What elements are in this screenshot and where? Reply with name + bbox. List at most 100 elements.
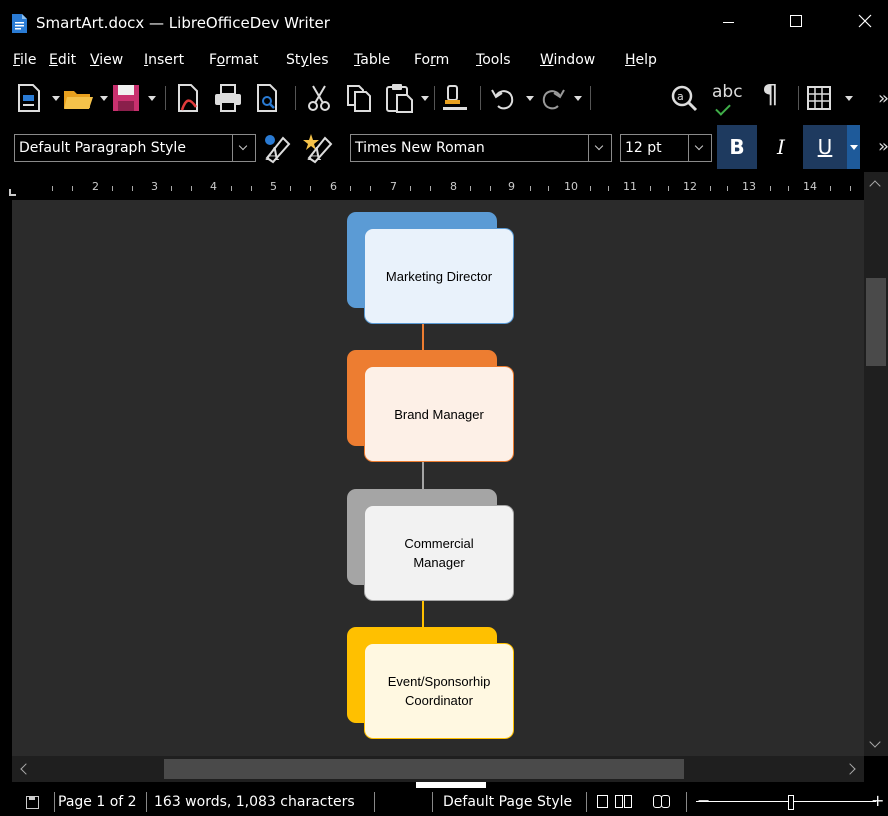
new-document-icon[interactable]: [14, 82, 46, 114]
multi-page-view-icon[interactable]: [615, 795, 623, 808]
paste-dropdown-arrow[interactable]: [421, 96, 429, 101]
copy-icon[interactable]: [343, 82, 375, 114]
menu-edit[interactable]: Edit: [49, 51, 76, 69]
paste-icon[interactable]: [383, 82, 415, 114]
page-count[interactable]: Page 1 of 2: [58, 793, 137, 811]
standard-toolbar: a abc ¶ »: [0, 74, 888, 122]
minimize-button[interactable]: [705, 0, 751, 46]
new-dropdown-arrow[interactable]: [52, 96, 60, 101]
scroll-up-icon[interactable]: [869, 180, 881, 192]
close-icon: [858, 14, 872, 28]
scroll-left-icon[interactable]: [20, 763, 32, 775]
ruler-number: 6: [330, 180, 337, 193]
italic-button[interactable]: I: [763, 125, 799, 169]
export-pdf-icon[interactable]: [172, 82, 204, 114]
vertical-scrollbar[interactable]: [864, 172, 888, 756]
save-icon[interactable]: [110, 82, 142, 114]
close-button[interactable]: [842, 0, 888, 46]
org-node-event-sponsorship-coordinator[interactable]: Event/Sponsorhip Coordinator: [364, 643, 514, 739]
ruler-number: 14: [803, 180, 817, 193]
node-text: Marketing Director: [385, 268, 493, 284]
ruler-number: 3: [151, 180, 158, 193]
horizontal-ruler[interactable]: 2 3 4 5 6 7 8 9 10 11 12 13 14: [0, 172, 868, 200]
svg-text:a: a: [677, 90, 684, 103]
menu-view[interactable]: View: [90, 51, 123, 69]
menu-file[interactable]: File: [13, 51, 36, 69]
spelling-icon[interactable]: abc: [712, 82, 743, 102]
font-size-combo[interactable]: 12 pt: [620, 134, 712, 162]
clone-formatting-icon[interactable]: [440, 82, 472, 114]
menu-help[interactable]: Help: [625, 51, 657, 69]
writer-document-icon: [12, 14, 27, 33]
open-folder-icon[interactable]: [62, 82, 94, 114]
org-node-commercial-manager[interactable]: Commercial Manager: [364, 505, 514, 601]
ruler-number: 2: [92, 180, 99, 193]
formatting-overflow-icon[interactable]: »: [878, 136, 888, 157]
underline-dropdown-icon[interactable]: [847, 125, 860, 169]
menu-format[interactable]: Format: [209, 51, 258, 69]
menu-table[interactable]: Table: [354, 51, 390, 69]
zoom-slider-knob[interactable]: [788, 795, 794, 810]
horizontal-scroll-thumb[interactable]: [164, 759, 684, 779]
formatting-marks-icon[interactable]: ¶: [762, 80, 779, 110]
menu-insert[interactable]: Insert: [144, 51, 184, 69]
font-size-dropdown-icon[interactable]: [688, 135, 711, 161]
save-dropdown-arrow[interactable]: [148, 96, 156, 101]
document-canvas[interactable]: Marketing Director Brand Manager Commerc…: [12, 200, 864, 756]
redo-icon[interactable]: [536, 82, 568, 114]
redo-dropdown-arrow[interactable]: [574, 96, 582, 101]
font-name-dropdown-icon[interactable]: [588, 135, 611, 161]
maximize-icon: [790, 15, 802, 27]
print-preview-icon[interactable]: [252, 82, 284, 114]
page-style[interactable]: Default Page Style: [443, 793, 572, 811]
org-node-marketing-director[interactable]: Marketing Director: [364, 228, 514, 324]
undo-icon[interactable]: [488, 82, 520, 114]
underline-button[interactable]: U: [803, 125, 847, 169]
menu-tools[interactable]: Tools: [476, 51, 511, 69]
font-name-combo[interactable]: Times New Roman: [350, 134, 612, 162]
menu-window[interactable]: Window: [540, 51, 595, 69]
open-dropdown-arrow[interactable]: [100, 96, 108, 101]
insert-table-icon[interactable]: [804, 82, 836, 114]
ruler-number: 5: [270, 180, 277, 193]
formatting-toolbar: Default Paragraph Style A A Times New Ro…: [0, 122, 888, 172]
single-page-view-icon[interactable]: [597, 795, 608, 808]
vertical-scroll-thumb[interactable]: [866, 278, 886, 366]
undo-dropdown-arrow[interactable]: [526, 96, 534, 101]
window-title: SmartArt.docx — LibreOfficeDev Writer: [36, 14, 330, 32]
paragraph-style-dropdown-icon[interactable]: [232, 135, 255, 161]
paragraph-style-combo[interactable]: Default Paragraph Style: [14, 134, 256, 162]
print-icon[interactable]: [212, 82, 244, 114]
toolbar-overflow-icon[interactable]: »: [878, 88, 888, 109]
tab-stop-selector-icon[interactable]: [9, 189, 16, 196]
status-bar: Page 1 of 2 163 words, 1,083 characters …: [0, 788, 888, 816]
scroll-right-icon[interactable]: [844, 763, 856, 775]
document-modified-icon[interactable]: [26, 796, 39, 809]
table-dropdown-arrow[interactable]: [845, 96, 853, 101]
zoom-out-button[interactable]: −: [697, 791, 710, 810]
zoom-in-button[interactable]: +: [871, 791, 884, 810]
zoom-slider-track[interactable]: [696, 801, 876, 802]
multi-page-view-icon-2: [624, 795, 632, 808]
horizontal-scrollbar[interactable]: [12, 756, 864, 782]
ruler-number: 10: [564, 180, 578, 193]
ruler-number: 12: [683, 180, 697, 193]
update-style-icon[interactable]: A: [261, 132, 295, 164]
word-count[interactable]: 163 words, 1,083 characters: [154, 793, 355, 811]
spelling-check-icon: [715, 100, 731, 116]
ruler-number: 7: [390, 180, 397, 193]
node-text: Event/Sponsorhip Coordinator: [387, 674, 491, 708]
org-node-brand-manager[interactable]: Brand Manager: [364, 366, 514, 462]
connector-line: [422, 458, 424, 492]
book-view-icon-2: [661, 795, 670, 808]
bold-button[interactable]: B: [717, 125, 757, 169]
ruler-number: 11: [623, 180, 637, 193]
cut-icon[interactable]: [303, 82, 335, 114]
menu-form[interactable]: Form: [414, 51, 449, 69]
new-style-icon[interactable]: A: [303, 132, 337, 164]
menu-styles[interactable]: Styles: [286, 51, 328, 69]
find-replace-icon[interactable]: a: [668, 82, 700, 114]
scroll-down-icon[interactable]: [869, 736, 881, 748]
svg-text:A: A: [307, 144, 322, 164]
maximize-button[interactable]: [773, 0, 819, 46]
